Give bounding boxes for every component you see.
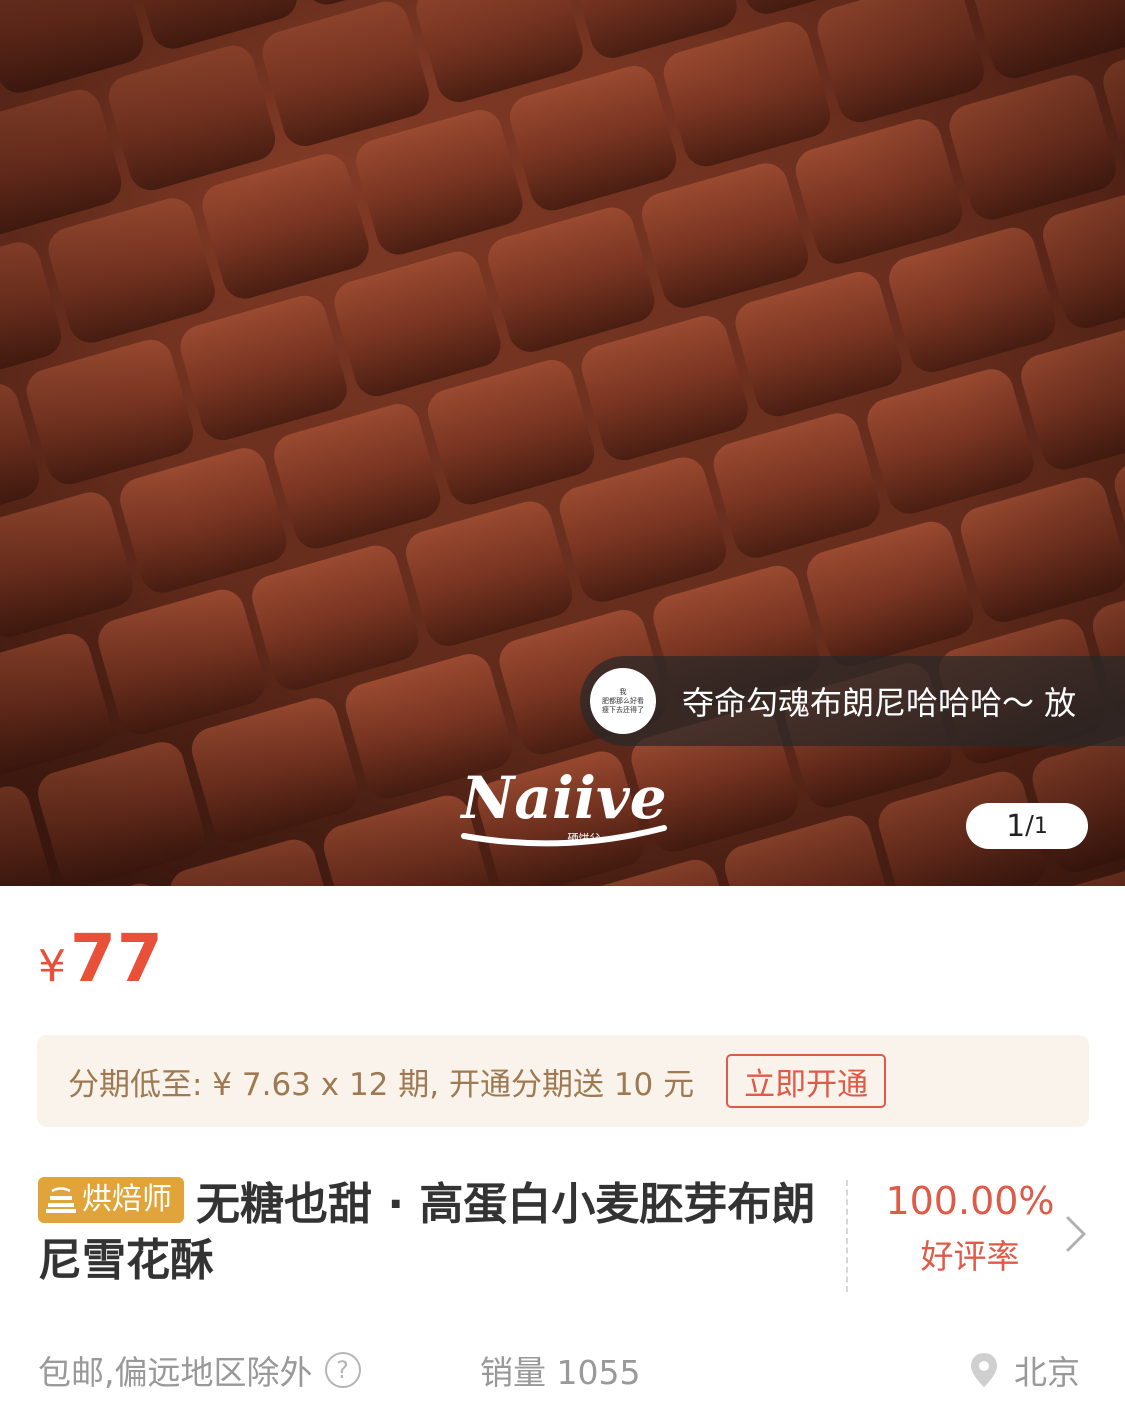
product-image-carousel[interactable]: Naiive 硒饼父 我 肥都那么好看 瘦下去还得了 夺命勾魂布朗尼哈哈哈～ 放… xyxy=(0,0,1125,886)
avatar-text: 肥都那么好看 xyxy=(602,696,644,705)
rating-block[interactable]: 100.00% 好评率 xyxy=(870,1178,1070,1282)
product-title-block: 烘焙师 无糖也甜 · 高蛋白小麦胚芽布朗尼雪花酥 xyxy=(38,1177,818,1289)
positive-rating-label: 好评率 xyxy=(920,1237,1020,1276)
price: ¥ 77 xyxy=(38,920,164,997)
cake-icon xyxy=(46,1187,76,1213)
pager-current: 1 xyxy=(1006,808,1026,844)
chevron-right-icon[interactable] xyxy=(1064,1214,1088,1254)
avatar-text: 我 xyxy=(619,687,627,696)
sales-text: 销量 1055 xyxy=(480,1353,641,1392)
location-pin-icon xyxy=(971,1353,997,1387)
price-value: 77 xyxy=(70,920,164,997)
ship-from-location: 北京 xyxy=(968,1342,1080,1398)
sales-count: 销量 1055 xyxy=(480,1342,640,1398)
baker-badge: 烘焙师 xyxy=(38,1177,184,1223)
location-text: 北京 xyxy=(1014,1353,1080,1392)
photo-vignette xyxy=(0,0,1125,886)
comment-text: 夺命勾魂布朗尼哈哈哈～ 放 xyxy=(682,684,1077,722)
naiive-logo: Naiive 硒饼父 xyxy=(459,764,667,847)
svg-text:Naiive: Naiive xyxy=(459,764,666,832)
currency-symbol: ¥ xyxy=(38,941,66,992)
image-pager: 1 / 1 xyxy=(966,803,1088,849)
pager-separator: / xyxy=(1025,811,1034,841)
shipping-info: 包邮,偏远地区除外 ? xyxy=(38,1342,361,1398)
avatar-text: 瘦下去还得了 xyxy=(602,705,644,714)
commenter-avatar: 我 肥都那么好看 瘦下去还得了 xyxy=(590,668,656,734)
dashed-divider xyxy=(846,1180,848,1292)
installment-text: 分期低至: ¥ 7.63 x 12 期, 开通分期送 10 元 xyxy=(68,1066,695,1103)
badge-label: 烘焙师 xyxy=(82,1182,172,1217)
activate-installment-button[interactable]: 立即开通 xyxy=(726,1054,887,1108)
pager-total: 1 xyxy=(1033,813,1048,839)
help-icon[interactable]: ? xyxy=(324,1352,361,1388)
shipping-text: 包邮,偏远地区除外 xyxy=(38,1353,313,1392)
svg-text:硒饼父: 硒饼父 xyxy=(568,831,601,845)
positive-rating-percent: 100.00% xyxy=(885,1179,1055,1223)
buyer-comment-bubble[interactable]: 我 肥都那么好看 瘦下去还得了 夺命勾魂布朗尼哈哈哈～ 放 xyxy=(580,656,1125,746)
installment-banner: 分期低至: ¥ 7.63 x 12 期, 开通分期送 10 元 立即开通 xyxy=(37,1035,1089,1127)
